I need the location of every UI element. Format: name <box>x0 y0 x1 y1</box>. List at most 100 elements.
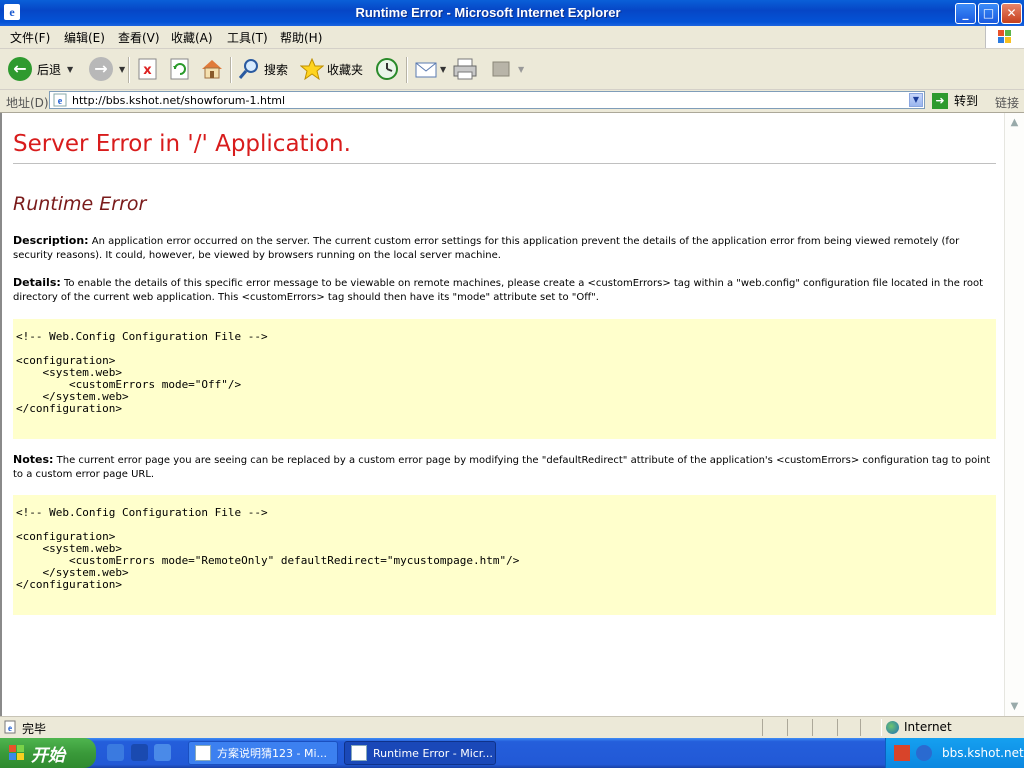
quicklaunch-desktop-icon[interactable] <box>154 744 171 761</box>
stop-button[interactable]: x <box>137 55 159 83</box>
status-pane <box>787 719 813 736</box>
menu-view[interactable]: 查看(V) <box>118 29 160 46</box>
forward-dropdown-icon[interactable]: ▼ <box>119 65 125 74</box>
tray-app-icon[interactable] <box>894 745 910 761</box>
details-paragraph: Details: To enable the details of this s… <box>13 276 998 305</box>
details-text: To enable the details of this specific e… <box>13 278 984 303</box>
task-label: Runtime Error - Micr... <box>373 746 493 760</box>
ie-page-icon: e <box>53 93 67 107</box>
history-button[interactable] <box>374 55 400 83</box>
page-done-icon: e <box>4 720 16 734</box>
print-button[interactable] <box>452 55 478 83</box>
svg-text:e: e <box>8 723 12 733</box>
quicklaunch-app-icon[interactable] <box>131 744 148 761</box>
status-text: 完毕 <box>22 722 47 736</box>
page-title: Server Error in '/' Application. <box>13 131 351 157</box>
menu-file[interactable]: 文件(F) <box>10 29 50 46</box>
code-text: <!-- Web.Config Configuration File --> <… <box>16 330 268 415</box>
address-bar: 地址(D) e http://bbs.kshot.net/showforum-1… <box>0 90 1024 113</box>
start-button[interactable]: 开始 <box>0 738 96 768</box>
menu-edit[interactable]: 编辑(E) <box>64 29 105 46</box>
status-pane <box>812 719 838 736</box>
code-block-config-remoteonly: <!-- Web.Config Configuration File --> <… <box>13 495 996 615</box>
code-text: <!-- Web.Config Configuration File --> <… <box>16 506 520 591</box>
go-arrow-icon: ➜ <box>932 92 948 109</box>
menu-tools[interactable]: 工具(T) <box>227 29 268 46</box>
word-doc-icon <box>195 745 211 761</box>
start-label: 开始 <box>31 745 65 766</box>
page-content: Server Error in '/' Application. Runtime… <box>0 113 1004 716</box>
forward-arrow-icon: → <box>89 57 113 81</box>
window-title: Runtime Error - Microsoft Internet Explo… <box>355 5 621 20</box>
system-tray: bbs.kshot.net <box>885 738 1024 768</box>
search-label: 搜索 <box>264 62 289 77</box>
edit-page-button[interactable]: ▼ <box>490 55 524 83</box>
toolbar: ← 后退 ▼ → ▼ x 搜索 收藏夹 ▼ ▼ <box>0 49 1024 90</box>
scroll-up-icon[interactable]: ▲ <box>1007 115 1022 130</box>
notes-paragraph: Notes: The current error page you are se… <box>13 453 998 482</box>
close-button[interactable]: ✕ <box>1001 3 1022 24</box>
windows-logo-icon <box>985 26 1024 48</box>
refresh-button[interactable] <box>169 55 191 83</box>
heading-rule <box>13 163 996 164</box>
home-button[interactable] <box>200 55 224 83</box>
status-pane <box>860 719 882 736</box>
description-text: An application error occurred on the ser… <box>13 236 960 261</box>
status-pane <box>762 719 788 736</box>
go-label: 转到 <box>954 94 979 108</box>
taskbar-item-word[interactable]: 方案说明猜123 - Mi... <box>188 741 338 765</box>
menu-favorites[interactable]: 收藏(A) <box>171 29 213 46</box>
status-pane <box>837 719 861 736</box>
address-url: http://bbs.kshot.net/showforum-1.html <box>72 94 286 107</box>
address-input[interactable]: e http://bbs.kshot.net/showforum-1.html … <box>49 91 925 109</box>
notes-text: The current error page you are seeing ca… <box>13 455 991 480</box>
scroll-down-icon[interactable]: ▼ <box>1007 699 1022 714</box>
back-arrow-icon: ← <box>8 57 32 81</box>
print-icon <box>453 58 477 80</box>
toolbar-divider <box>406 57 408 83</box>
address-dropdown-button[interactable]: ▼ <box>909 93 923 107</box>
stop-icon: x <box>138 58 157 80</box>
windows-flag-icon <box>9 745 24 760</box>
mail-button[interactable]: ▼ <box>414 55 446 83</box>
favorites-label: 收藏夹 <box>327 62 364 77</box>
back-button[interactable]: ← 后退 ▼ <box>8 55 73 83</box>
minimize-button[interactable]: _ <box>955 3 976 24</box>
security-zone: Internet <box>886 720 952 734</box>
description-label: Description: <box>13 234 89 247</box>
search-icon <box>238 59 258 79</box>
zone-label: Internet <box>904 720 952 734</box>
star-icon <box>300 58 324 80</box>
description-paragraph: Description: An application error occurr… <box>13 234 998 263</box>
ie-doc-icon <box>351 745 367 761</box>
taskbar: 开始 方案说明猜123 - Mi... Runtime Error - Micr… <box>0 738 1024 768</box>
tray-network-icon[interactable] <box>916 745 932 761</box>
svg-text:x: x <box>143 63 152 78</box>
maximize-button[interactable]: □ <box>978 3 999 24</box>
status-bar: e 完毕 Internet <box>0 716 1024 738</box>
toolbar-divider <box>128 57 130 83</box>
menu-help[interactable]: 帮助(H) <box>280 29 322 46</box>
home-icon <box>202 60 222 79</box>
edit-icon <box>492 61 510 77</box>
back-label: 后退 <box>37 62 62 77</box>
code-block-config-off: <!-- Web.Config Configuration File --> <… <box>13 319 996 439</box>
search-button[interactable]: 搜索 <box>238 55 288 83</box>
links-button[interactable]: 链接 <box>995 94 1019 111</box>
toolbar-divider <box>230 57 232 83</box>
back-dropdown-icon[interactable]: ▼ <box>67 65 73 74</box>
taskbar-item-ie[interactable]: Runtime Error - Micr... <box>344 741 496 765</box>
go-button[interactable]: ➜ 转到 <box>932 92 978 109</box>
favorites-button[interactable]: 收藏夹 <box>300 55 363 83</box>
notes-label: Notes: <box>13 453 54 466</box>
title-bar: e Runtime Error - Microsoft Internet Exp… <box>0 0 1024 26</box>
internet-globe-icon <box>886 720 899 734</box>
refresh-icon <box>170 58 189 80</box>
edit-dropdown-icon[interactable]: ▼ <box>518 65 524 74</box>
mail-dropdown-icon[interactable]: ▼ <box>440 65 446 74</box>
task-label: 方案说明猜123 - Mi... <box>217 747 327 760</box>
vertical-scrollbar[interactable]: ▲ ▼ <box>1004 113 1024 716</box>
quicklaunch-ie-icon[interactable] <box>107 744 124 761</box>
forward-button[interactable]: → ▼ <box>89 55 125 83</box>
svg-text:e: e <box>58 96 63 107</box>
